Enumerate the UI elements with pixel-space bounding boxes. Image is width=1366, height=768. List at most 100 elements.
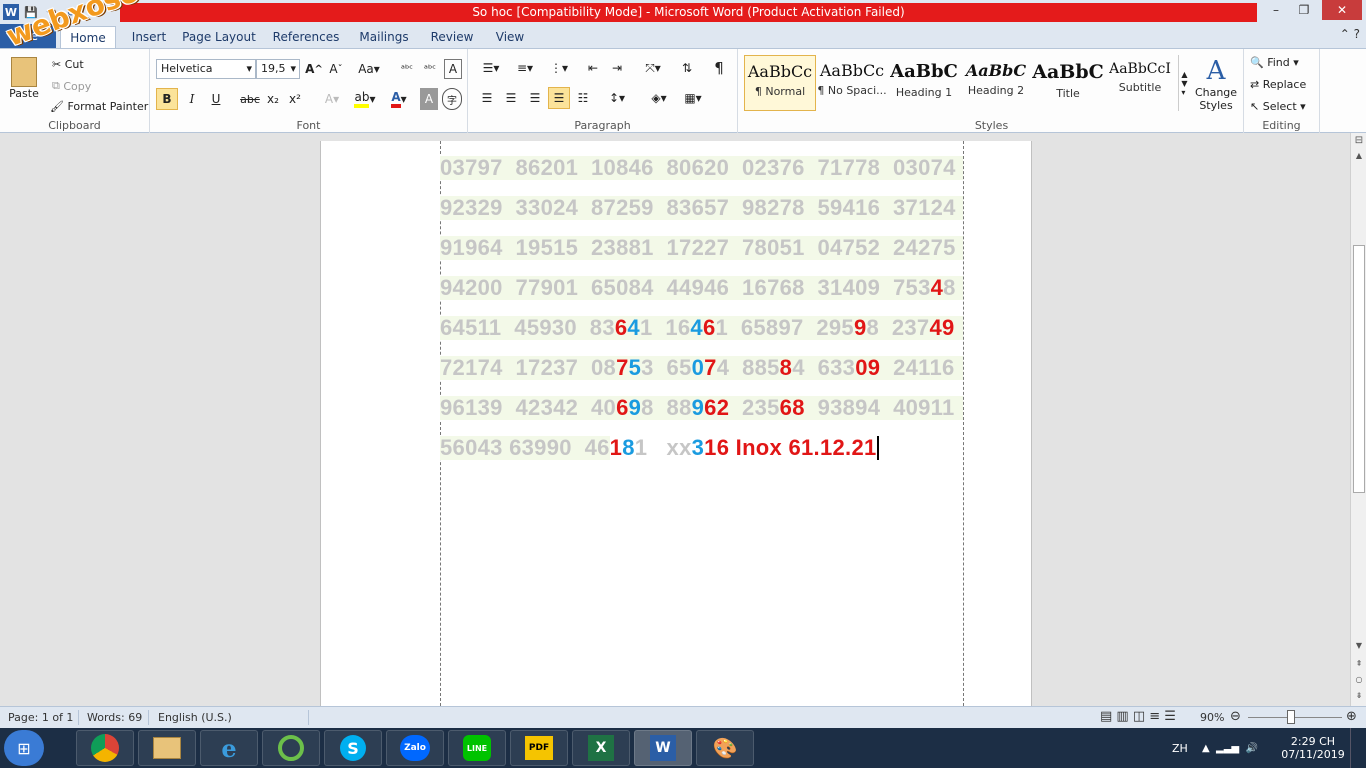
- cut-button[interactable]: ✂ Cut: [52, 53, 142, 75]
- shading-icon[interactable]: ◈▾: [644, 87, 674, 109]
- document-line[interactable]: 96139 42342 40698 88962 23568 93894 4091…: [440, 396, 963, 420]
- zoom-in-icon[interactable]: ⊕: [1346, 709, 1357, 724]
- multilevel-list-icon[interactable]: ⋮▾: [544, 57, 574, 79]
- justify-icon[interactable]: ☰: [548, 87, 570, 109]
- style-subtitle[interactable]: AaBbCcI Subtitle: [1104, 55, 1176, 111]
- redo-icon[interactable]: ↻: [63, 4, 79, 20]
- tab-references[interactable]: References: [268, 26, 344, 48]
- tab-home[interactable]: Home: [60, 26, 116, 48]
- font-color-icon[interactable]: A ▾: [384, 88, 414, 110]
- next-page-icon[interactable]: ⇟: [1351, 691, 1366, 705]
- phonetic-guide-icon[interactable]: ᵃᵇᶜ: [420, 59, 440, 79]
- 360-browser-icon[interactable]: [262, 730, 320, 766]
- ruler-toggle-icon[interactable]: ⊟: [1351, 135, 1366, 149]
- paint-icon[interactable]: 🎨: [696, 730, 754, 766]
- character-border-icon[interactable]: A: [444, 59, 462, 79]
- sort-icon[interactable]: ⇅: [676, 57, 698, 79]
- asian-layout-icon[interactable]: ⤧▾: [638, 57, 668, 79]
- font-size-combo[interactable]: 19,5 ▾: [256, 59, 300, 79]
- format-painter-button[interactable]: 🖌 Format Painter: [50, 95, 150, 117]
- numbering-icon[interactable]: ≡▾: [510, 57, 540, 79]
- zoom-out-icon[interactable]: ⊖: [1230, 709, 1241, 724]
- highlight-icon[interactable]: ab ▾: [350, 88, 380, 110]
- underline-button[interactable]: U: [206, 88, 226, 110]
- tab-page-layout[interactable]: Page Layout: [180, 26, 258, 48]
- font-name-combo[interactable]: Helvetica ▾: [156, 59, 256, 79]
- bullets-icon[interactable]: ☰▾: [476, 57, 506, 79]
- grow-font-icon[interactable]: A ^: [304, 59, 324, 79]
- undo-icon[interactable]: ↶: [43, 4, 59, 20]
- previous-page-icon[interactable]: ⇞: [1351, 659, 1366, 673]
- skype-icon[interactable]: S: [324, 730, 382, 766]
- style-title[interactable]: AaBbC Title: [1032, 55, 1104, 111]
- tray-icons[interactable]: ▲ ▂▃▅ 🔊: [1202, 728, 1258, 768]
- distributed-icon[interactable]: ☷: [572, 87, 594, 109]
- align-center-icon[interactable]: ☰: [500, 87, 522, 109]
- find-button[interactable]: 🔍 Find ▾: [1250, 51, 1316, 73]
- show-desktop-button[interactable]: [1350, 728, 1366, 768]
- align-left-icon[interactable]: ☰: [476, 87, 498, 109]
- enclose-characters-icon[interactable]: 字: [442, 88, 462, 110]
- document-line[interactable]: 72174 17237 08753 65074 88584 63309 2411…: [440, 356, 963, 380]
- vertical-scrollbar[interactable]: ⊟ ▲ ▼ ⇞ ○ ⇟: [1350, 133, 1366, 706]
- customize-qat-icon[interactable]: ▾: [83, 4, 99, 20]
- strikethrough-button[interactable]: abc: [238, 88, 262, 110]
- decrease-indent-icon[interactable]: ⇤: [582, 57, 604, 79]
- excel-icon[interactable]: X: [572, 730, 630, 766]
- document-line[interactable]: 91964 19515 23881 17227 78051 04752 2427…: [440, 236, 963, 260]
- tab-insert[interactable]: Insert: [120, 26, 178, 48]
- tab-review[interactable]: Review: [424, 26, 480, 48]
- borders-icon[interactable]: ▦▾: [678, 87, 708, 109]
- paste-button[interactable]: Paste: [6, 53, 42, 103]
- internet-explorer-icon[interactable]: e: [200, 730, 258, 766]
- browse-object-icon[interactable]: ○: [1351, 675, 1366, 689]
- word-count[interactable]: Words: 69: [87, 711, 142, 724]
- zoom-slider-track[interactable]: [1248, 717, 1342, 718]
- scroll-up-arrow-icon[interactable]: ▲: [1351, 151, 1366, 165]
- scroll-thumb[interactable]: [1353, 245, 1365, 493]
- select-button[interactable]: ↖ Select ▾: [1250, 95, 1316, 117]
- align-right-icon[interactable]: ☰: [524, 87, 546, 109]
- style-normal[interactable]: AaBbCc ¶ Normal: [744, 55, 816, 111]
- windows-start-icon[interactable]: ⊞: [4, 730, 44, 766]
- clock[interactable]: 2:29 CH 07/11/2019: [1281, 728, 1344, 768]
- save-icon[interactable]: 💾: [23, 4, 39, 20]
- document-line[interactable]: 92329 33024 87259 83657 98278 59416 3712…: [440, 196, 963, 220]
- text-effects-icon[interactable]: A▾: [320, 88, 344, 110]
- clear-formatting-icon[interactable]: ᵃᵇᶜ: [396, 59, 418, 79]
- styles-gallery-scroll[interactable]: ▲ ▼ ▾: [1178, 55, 1190, 111]
- bold-button[interactable]: B: [156, 88, 178, 110]
- file-explorer-icon[interactable]: [138, 730, 196, 766]
- line-icon[interactable]: LINE: [448, 730, 506, 766]
- view-mode-icons[interactable]: ▤ ▥ ◫ ≡ ☰: [1100, 709, 1176, 724]
- change-case-icon[interactable]: Aa▾: [356, 59, 382, 79]
- input-language[interactable]: ZH: [1172, 728, 1188, 768]
- language[interactable]: English (U.S.): [158, 711, 232, 724]
- document-line[interactable]: 94200 77901 65084 44946 16768 31409 7534…: [440, 276, 963, 300]
- document-line[interactable]: 64511 45930 83641 16461 65897 29598 2374…: [440, 316, 963, 340]
- shrink-font-icon[interactable]: Aˇ: [326, 59, 346, 79]
- zoom-slider-thumb[interactable]: [1287, 710, 1295, 724]
- tab-view[interactable]: View: [488, 26, 532, 48]
- italic-button[interactable]: I: [182, 88, 202, 110]
- change-styles-button[interactable]: A Change Styles: [1192, 53, 1240, 115]
- minimize-button[interactable]: –: [1262, 0, 1290, 20]
- style-no-spacing[interactable]: AaBbCc ¶ No Spaci...: [816, 55, 888, 111]
- replace-button[interactable]: ⇄ Replace: [1250, 73, 1316, 95]
- help-icon[interactable]: ⌃ ?: [1340, 27, 1360, 41]
- superscript-button[interactable]: x²: [286, 88, 304, 110]
- style-heading-2[interactable]: AaBbC Heading 2: [960, 55, 1032, 111]
- word-icon[interactable]: W: [634, 730, 692, 766]
- show-formatting-icon[interactable]: ¶: [708, 57, 730, 79]
- word-app-icon[interactable]: W: [3, 4, 19, 20]
- character-shading-icon[interactable]: A: [420, 88, 438, 110]
- pdf-reader-icon[interactable]: PDF: [510, 730, 568, 766]
- increase-indent-icon[interactable]: ⇥: [606, 57, 628, 79]
- tab-mailings[interactable]: Mailings: [352, 26, 416, 48]
- restore-button[interactable]: ❐: [1290, 0, 1318, 20]
- zalo-icon[interactable]: Zalo: [386, 730, 444, 766]
- close-button[interactable]: ✕: [1322, 0, 1362, 20]
- document-line[interactable]: 03797 86201 10846 80620 02376 71778 0307…: [440, 156, 963, 180]
- subscript-button[interactable]: x₂: [264, 88, 282, 110]
- zoom-level[interactable]: 90%: [1200, 711, 1224, 724]
